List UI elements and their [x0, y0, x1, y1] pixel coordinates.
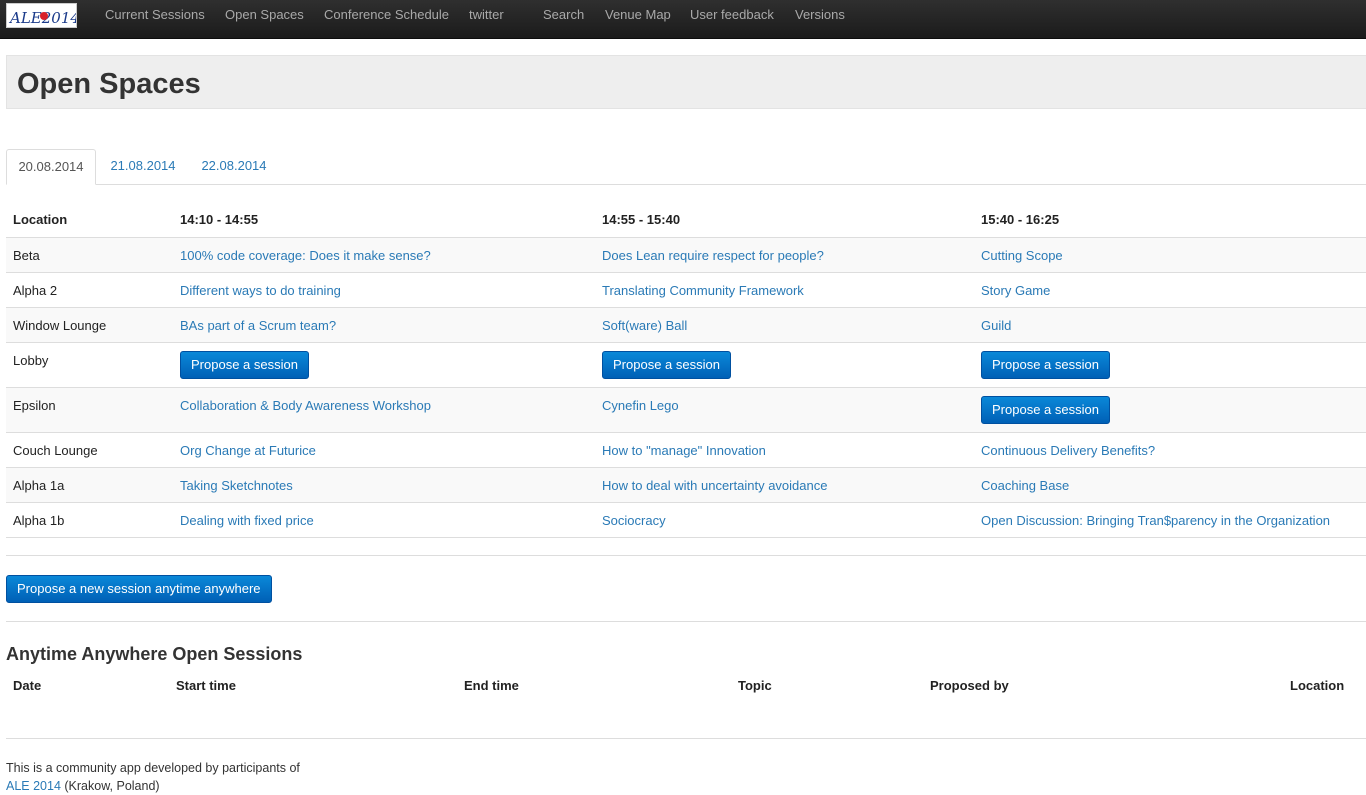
location-cell: Window Lounge — [13, 318, 107, 333]
propose-session-button[interactable]: Propose a session — [981, 351, 1110, 379]
session-link[interactable]: 100% code coverage: Does it make sense? — [180, 248, 431, 263]
column-header-slot-2: 14:55 - 15:40 — [602, 212, 681, 227]
anytime-header-end-time: End time — [464, 678, 519, 693]
nav-venue-map[interactable]: Venue Map — [605, 6, 671, 24]
nav-search[interactable]: Search — [543, 6, 584, 24]
ale-2014-link[interactable]: ALE 2014 — [6, 779, 61, 793]
session-link[interactable]: Open Discussion: Bringing Tran$parency i… — [981, 513, 1330, 528]
page-header: Open Spaces — [6, 55, 1366, 109]
tab-21-08-2014[interactable]: 21.08.2014 — [100, 149, 186, 185]
column-header-slot-1: 14:10 - 14:55 — [180, 212, 259, 227]
footer-text: This is a community app developed by par… — [6, 761, 300, 775]
session-link[interactable]: How to deal with uncertainty avoidance — [602, 478, 827, 493]
session-link[interactable]: Story Game — [981, 283, 1050, 298]
column-header-location: Location — [13, 212, 68, 227]
session-link[interactable]: Coaching Base — [981, 478, 1069, 493]
anytime-section-title: Anytime Anywhere Open Sessions — [6, 644, 303, 664]
nav-open-spaces[interactable]: Open Spaces — [225, 6, 304, 24]
propose-session-button[interactable]: Propose a session — [602, 351, 731, 379]
top-navbar: ALE2014 Current Sessions Open Spaces Con… — [0, 0, 1366, 39]
divider — [6, 738, 1366, 739]
location-cell: Beta — [13, 248, 40, 263]
propose-session-button[interactable]: Propose a session — [180, 351, 309, 379]
session-link[interactable]: Guild — [981, 318, 1011, 333]
tab-22-08-2014[interactable]: 22.08.2014 — [191, 149, 277, 185]
tab-20-08-2014[interactable]: 20.08.2014 — [6, 149, 96, 185]
anytime-header-start-time: Start time — [176, 678, 236, 693]
nav-user-feedback[interactable]: User feedback — [690, 6, 774, 24]
session-link[interactable]: Translating Community Framework — [602, 283, 804, 298]
location-cell: Alpha 2 — [13, 283, 58, 298]
anytime-header-date: Date — [13, 678, 42, 693]
anytime-header-proposed-by: Proposed by — [930, 678, 1009, 693]
page-title: Open Spaces — [17, 68, 201, 100]
session-link[interactable]: BAs part of a Scrum team? — [180, 318, 336, 333]
ale2014-logo[interactable]: ALE2014 — [6, 3, 77, 28]
row-divider — [6, 537, 1366, 538]
session-link[interactable]: Continuous Delivery Benefits? — [981, 443, 1155, 458]
column-header-slot-3: 15:40 - 16:25 — [981, 212, 1060, 227]
session-link[interactable]: Cutting Scope — [981, 248, 1063, 263]
session-link[interactable]: Soft(ware) Ball — [602, 318, 687, 333]
location-cell: Alpha 1a — [13, 478, 65, 493]
session-link[interactable]: Sociocracy — [602, 513, 666, 528]
nav-versions[interactable]: Versions — [795, 6, 845, 24]
nav-conference-schedule[interactable]: Conference Schedule — [324, 6, 449, 24]
location-cell: Alpha 1b — [13, 513, 65, 528]
footer-location: (Krakow, Poland) — [60, 779, 160, 793]
session-link[interactable]: Org Change at Futurice — [180, 443, 316, 458]
anytime-header-location: Location — [1290, 678, 1345, 693]
nav-twitter[interactable]: twitter — [469, 6, 504, 24]
anytime-header-topic: Topic — [738, 678, 772, 693]
location-cell: Lobby — [13, 353, 49, 368]
session-link[interactable]: How to "manage" Innovation — [602, 443, 766, 458]
location-cell: Epsilon — [13, 398, 56, 413]
session-link[interactable]: Collaboration & Body Awareness Workshop — [180, 398, 431, 413]
footer: This is a community app developed by par… — [6, 759, 300, 795]
propose-session-button[interactable]: Propose a session — [981, 396, 1110, 424]
session-link[interactable]: Taking Sketchnotes — [180, 478, 293, 493]
session-link[interactable]: Cynefin Lego — [602, 398, 679, 413]
propose-anytime-button[interactable]: Propose a new session anytime anywhere — [6, 575, 272, 603]
session-link[interactable]: Different ways to do training — [180, 283, 341, 298]
session-link[interactable]: Dealing with fixed price — [180, 513, 314, 528]
session-link[interactable]: Does Lean require respect for people? — [602, 248, 824, 263]
location-cell: Couch Lounge — [13, 443, 98, 458]
divider — [6, 621, 1366, 622]
divider — [6, 555, 1366, 556]
nav-current-sessions[interactable]: Current Sessions — [105, 6, 205, 24]
